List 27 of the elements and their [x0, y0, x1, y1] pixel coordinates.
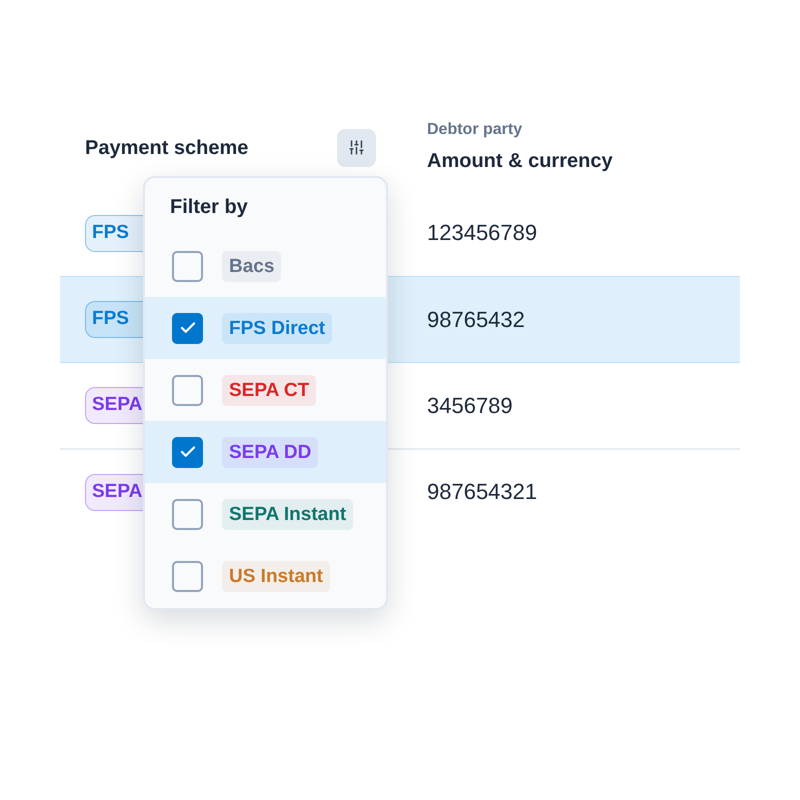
scheme-tag: Bacs [222, 250, 282, 282]
filter-option[interactable]: Bacs [145, 235, 386, 297]
checkbox[interactable] [172, 498, 203, 530]
filter-option[interactable]: US Instant [145, 545, 386, 607]
checkbox[interactable] [172, 250, 203, 282]
column-header: Payment scheme [85, 136, 248, 160]
amount-cell: 98765432 [427, 306, 525, 334]
filter-option[interactable]: FPS Direct [145, 297, 386, 359]
scheme-tag: SEPA CT [222, 374, 316, 406]
checkbox[interactable] [172, 560, 203, 592]
scheme-tag: SEPA Instant [222, 498, 354, 530]
amount-cell: 123456789 [427, 219, 538, 247]
filter-option[interactable]: SEPA CT [145, 359, 386, 421]
column-subheader: Debtor party [427, 120, 522, 140]
filter-option[interactable]: SEPA DD [145, 421, 386, 483]
checkbox[interactable] [172, 374, 203, 406]
checkbox[interactable] [172, 312, 203, 344]
scheme-tag: SEPA DD [222, 436, 318, 468]
filter-option[interactable]: SEPA Instant [145, 483, 386, 545]
checkbox[interactable] [172, 436, 203, 468]
column-header: Amount & currency [427, 149, 613, 174]
scheme-tag: US Instant [222, 560, 330, 592]
amount-cell: 3456789 [427, 392, 513, 420]
sliders-icon [348, 139, 365, 156]
scheme-tag: FPS Direct [222, 312, 332, 344]
amount-cell: 987654321 [427, 478, 538, 506]
filter-button[interactable] [337, 128, 376, 166]
